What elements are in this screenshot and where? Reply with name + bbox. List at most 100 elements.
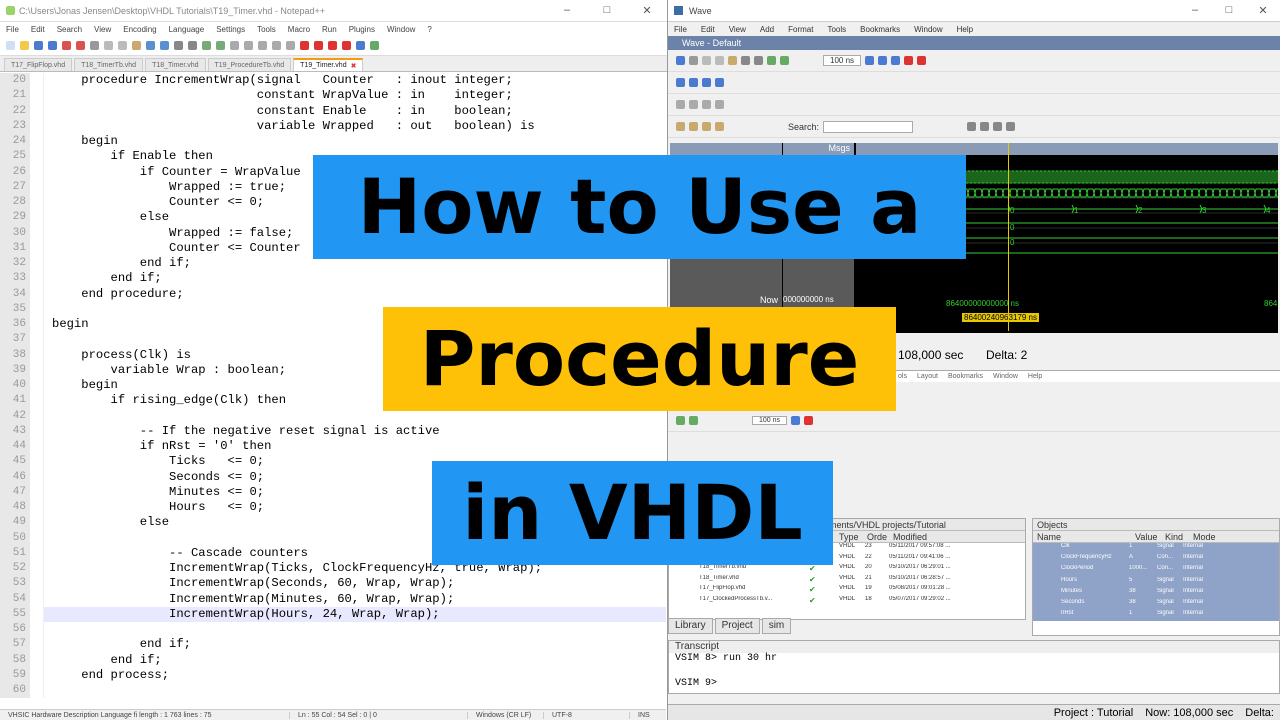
- menu-run[interactable]: Run: [322, 25, 337, 34]
- record-macro-icon[interactable]: [300, 41, 309, 50]
- tab-close-icon[interactable]: ✖: [351, 62, 357, 70]
- menu-language[interactable]: Language: [169, 25, 205, 34]
- fold-gutter[interactable]: [30, 149, 44, 165]
- code-line[interactable]: 60: [0, 683, 666, 699]
- fold-gutter[interactable]: [30, 225, 44, 241]
- fold-gutter[interactable]: [30, 332, 44, 348]
- code-line[interactable]: 54 IncrementWrap(Minutes, 60, Wrap, Wrap…: [0, 591, 666, 607]
- new-file-icon[interactable]: [6, 41, 15, 50]
- menu-view[interactable]: View: [729, 25, 746, 34]
- fold-gutter[interactable]: [30, 210, 44, 226]
- fold-gutter[interactable]: [30, 667, 44, 683]
- redo-icon[interactable]: [160, 41, 169, 50]
- tab-timertb[interactable]: T18_TimerTb.vhd: [74, 58, 144, 71]
- main-zoom-input[interactable]: 100 ns: [752, 416, 788, 425]
- restart-icon[interactable]: [780, 56, 789, 65]
- menu-help[interactable]: ?: [427, 25, 431, 34]
- run-icon[interactable]: [791, 416, 801, 425]
- paste-icon[interactable]: [132, 41, 141, 50]
- insert-cursor-icon[interactable]: [702, 122, 711, 131]
- close-file-icon[interactable]: [62, 41, 71, 50]
- step-icon[interactable]: [676, 78, 685, 87]
- col-kind[interactable]: Kind: [1165, 532, 1191, 542]
- tab-timer-t19[interactable]: T19_Timer.vhd ✖: [293, 58, 364, 71]
- menu-search[interactable]: Search: [57, 25, 82, 34]
- transcript-panel[interactable]: Transcript VSIM 8> run 30 hr VSIM 9>: [668, 640, 1280, 694]
- cut-icon[interactable]: [702, 56, 711, 65]
- fold-gutter[interactable]: [30, 134, 44, 150]
- edit-mode-icon[interactable]: [702, 100, 711, 109]
- select-mode-icon[interactable]: [676, 100, 685, 109]
- menu-plugins[interactable]: Plugins: [349, 25, 375, 34]
- code-line[interactable]: 33 end if;: [0, 271, 666, 287]
- step-back-icon[interactable]: [715, 78, 724, 87]
- fold-gutter[interactable]: [30, 73, 44, 89]
- spellcheck-icon[interactable]: [370, 41, 379, 50]
- word-wrap-icon[interactable]: [258, 41, 267, 50]
- fold-gutter[interactable]: [30, 362, 44, 378]
- break-icon[interactable]: [804, 416, 814, 425]
- fold-gutter[interactable]: [30, 469, 44, 485]
- edge-next-icon[interactable]: [689, 122, 698, 131]
- fold-gutter[interactable]: [30, 591, 44, 607]
- fold-gutter[interactable]: [30, 393, 44, 409]
- zoom-out-icon[interactable]: [980, 122, 990, 131]
- code-line[interactable]: 53 IncrementWrap(Seconds, 60, Wrap, Wrap…: [0, 576, 666, 592]
- close-icon[interactable]: ✕: [1246, 4, 1280, 17]
- code-line[interactable]: 44 if nRst = '0' then: [0, 439, 666, 455]
- menu-format[interactable]: Format: [788, 25, 813, 34]
- zoom-full-icon[interactable]: [993, 122, 1003, 131]
- menu-window[interactable]: Window: [993, 373, 1018, 380]
- code-line[interactable]: 57 end if;: [0, 637, 666, 653]
- menu-window[interactable]: Window: [914, 25, 942, 34]
- sync-v-icon[interactable]: [230, 41, 239, 50]
- object-row[interactable]: ClockPeriod 1000... Con... Internal: [1033, 565, 1279, 577]
- maximize-icon[interactable]: □: [587, 4, 627, 17]
- menu-help[interactable]: Help: [957, 25, 973, 34]
- code-line[interactable]: 22 constant Enable : in boolean;: [0, 103, 666, 119]
- wave-cursor[interactable]: [1008, 143, 1009, 331]
- menu-edit[interactable]: Edit: [31, 25, 45, 34]
- copy-icon[interactable]: [715, 56, 724, 65]
- print-icon[interactable]: [689, 56, 698, 65]
- cursor-time-label[interactable]: 86400240963179 ns: [962, 313, 1039, 322]
- fold-gutter[interactable]: [30, 256, 44, 272]
- col-name[interactable]: Name: [1037, 532, 1133, 542]
- fold-gutter[interactable]: [30, 118, 44, 134]
- close-icon[interactable]: ✕: [627, 4, 667, 17]
- menu-window[interactable]: Window: [387, 25, 415, 34]
- code-line[interactable]: 55 IncrementWrap(Hours, 24, Wrap, Wrap);: [0, 606, 666, 622]
- copy-icon[interactable]: [118, 41, 127, 50]
- fold-gutter[interactable]: [30, 576, 44, 592]
- compile-icon[interactable]: [676, 416, 685, 425]
- save-all-icon[interactable]: [48, 41, 57, 50]
- project-row[interactable]: T18_TimerTb.vhd ✔ VHDL 20 05/10/2017 06:29:0…: [669, 564, 1025, 575]
- continue-icon[interactable]: [878, 56, 888, 65]
- object-row[interactable]: ClockFrequencyHz A Con... Internal: [1033, 554, 1279, 566]
- fold-gutter[interactable]: [30, 103, 44, 119]
- fold-gutter[interactable]: [30, 622, 44, 638]
- break-icon[interactable]: [904, 56, 914, 65]
- menu-bookmarks[interactable]: Bookmarks: [860, 25, 900, 34]
- fold-gutter[interactable]: [30, 240, 44, 256]
- run-all-icon[interactable]: [891, 56, 901, 65]
- code-line[interactable]: 24 begin: [0, 134, 666, 150]
- step-over-icon[interactable]: [689, 78, 698, 87]
- fold-gutter[interactable]: [30, 484, 44, 500]
- fold-gutter[interactable]: [30, 515, 44, 531]
- menu-tools[interactable]: ols: [898, 373, 907, 380]
- open-file-icon[interactable]: [20, 41, 29, 50]
- find-icon[interactable]: [754, 56, 763, 65]
- tab-sim[interactable]: sim: [761, 618, 792, 634]
- col-type[interactable]: Type: [839, 532, 865, 542]
- fold-gutter[interactable]: [30, 652, 44, 668]
- fold-gutter[interactable]: [30, 408, 44, 424]
- maximize-icon[interactable]: □: [1212, 4, 1246, 17]
- menu-layout[interactable]: Layout: [917, 373, 938, 380]
- fold-gutter[interactable]: [30, 500, 44, 516]
- code-line[interactable]: 20 procedure IncrementWrap(signal Counte…: [0, 73, 666, 89]
- fold-gutter[interactable]: [30, 439, 44, 455]
- zoom-out-icon[interactable]: [216, 41, 225, 50]
- menu-add[interactable]: Add: [760, 25, 774, 34]
- fold-gutter[interactable]: [30, 683, 44, 699]
